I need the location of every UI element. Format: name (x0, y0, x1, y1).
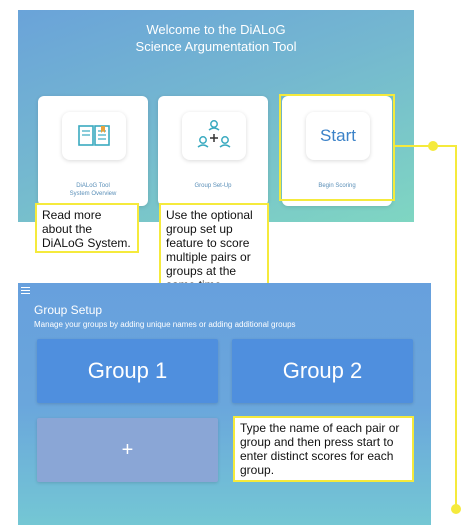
welcome-title: Welcome to the DiALoG Science Argumentat… (135, 22, 297, 54)
group-setup-label: Group Set-Up (194, 183, 232, 189)
plus-icon: + (121, 438, 134, 461)
connector-line (395, 145, 457, 147)
system-overview-label: DiALoG Tool System Overview (69, 183, 117, 197)
start-highlight-outline (279, 94, 395, 201)
menu-icon[interactable] (21, 287, 30, 294)
group-setup-title: Group Setup (34, 303, 103, 317)
connector-end-dot (451, 504, 461, 514)
add-group-button[interactable]: + (37, 418, 218, 482)
group-tile-label: Group 2 (282, 358, 363, 383)
book-icon (62, 112, 126, 160)
group-tile-label: Group 1 (87, 358, 168, 383)
group-setup-subtitle: Manage your groups by adding unique name… (34, 320, 296, 329)
system-overview-card[interactable]: DiALoG Tool System Overview (38, 96, 148, 206)
group-tile-1[interactable]: Group 1 (37, 339, 218, 403)
group-setup-card[interactable]: Group Set-Up (158, 96, 268, 206)
group-setup-icon (182, 112, 246, 160)
start-callout: Type the name of each pair or group and … (233, 416, 414, 482)
group-tile-2[interactable]: Group 2 (232, 339, 413, 403)
group-setup-panel: Group Setup Manage your groups by adding… (18, 283, 431, 525)
connector-line-vertical (455, 145, 457, 507)
overview-callout: Read more about the DiALoG System. (35, 203, 139, 253)
